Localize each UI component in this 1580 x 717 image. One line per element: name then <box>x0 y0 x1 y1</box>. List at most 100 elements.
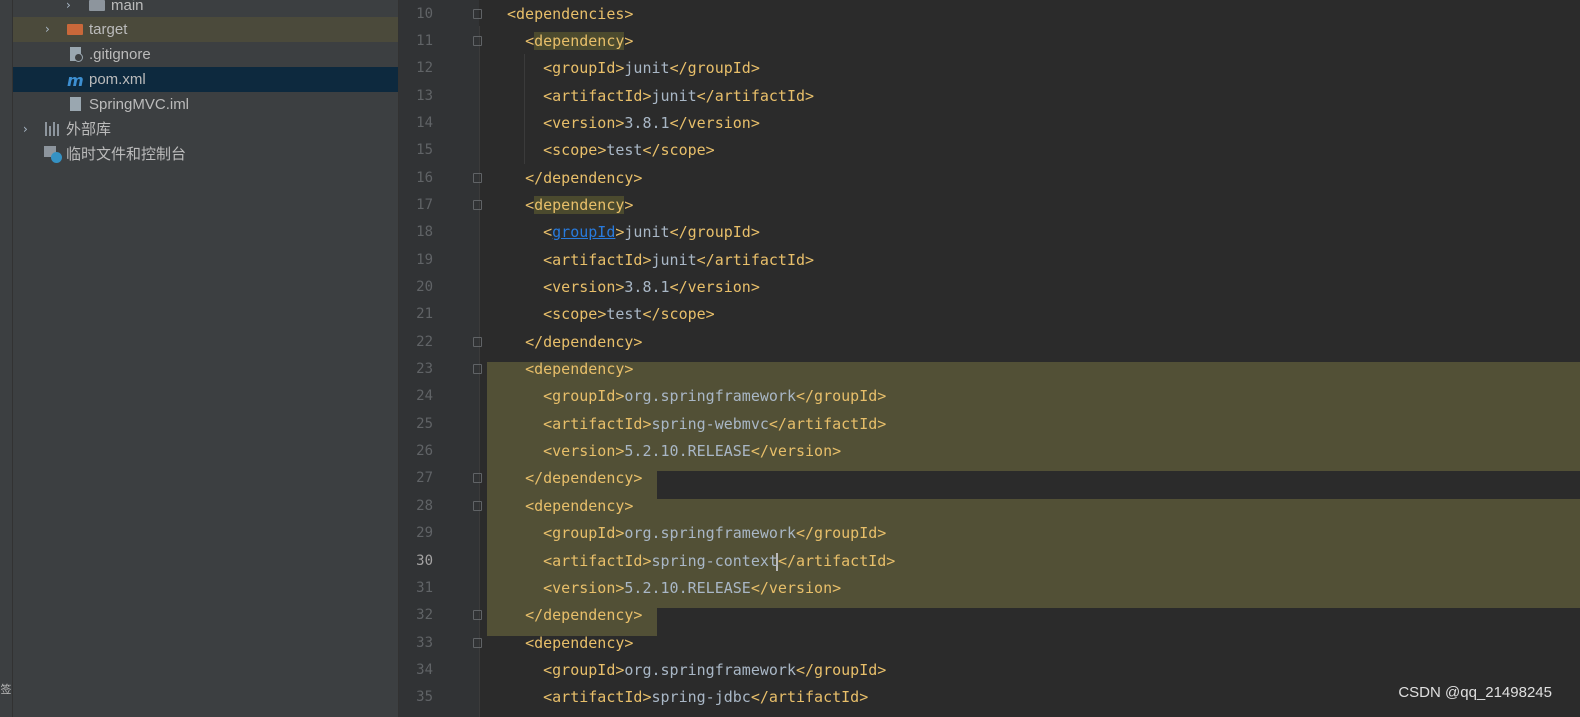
code-line[interactable]: 11 <dependency> <box>399 28 1580 55</box>
code-line[interactable]: 14 <version>3.8.1</version> <box>399 110 1580 137</box>
code-line[interactable]: 24 <groupId>org.springframework</groupId… <box>399 383 1580 410</box>
code-line[interactable]: 21 <scope>test</scope> <box>399 301 1580 328</box>
chevron-right-icon[interactable]: › <box>23 123 33 135</box>
tree-item-iml[interactable]: SpringMVC.iml <box>13 92 398 117</box>
code-line[interactable]: 34 <groupId>org.springframework</groupId… <box>399 657 1580 684</box>
tree-item-external-libraries[interactable]: › 外部库 <box>13 117 398 142</box>
code-text: <artifactId>junit</artifactId> <box>543 250 815 269</box>
tree-item-target[interactable]: › target <box>13 17 398 42</box>
line-number: 33 <box>416 634 433 651</box>
code-line[interactable]: 17 <dependency> <box>399 192 1580 219</box>
line-number: 29 <box>416 525 433 542</box>
code-text: <version>5.2.10.RELEASE</version> <box>543 442 842 461</box>
code-text: </dependency> <box>525 469 643 488</box>
watermark: CSDN @qq_21498245 <box>1398 684 1552 701</box>
line-number: 14 <box>416 114 433 131</box>
folder-icon <box>89 0 105 13</box>
code-line[interactable]: 30 <artifactId>spring-context</artifactI… <box>399 548 1580 575</box>
code-text: <dependencies> <box>507 4 634 23</box>
code-text: <scope>test</scope> <box>543 141 715 160</box>
code-text: <dependency> <box>525 195 634 214</box>
code-text: <groupId>org.springframework</groupId> <box>543 660 887 679</box>
line-number: 27 <box>416 470 433 487</box>
line-number: 24 <box>416 388 433 405</box>
line-number: 23 <box>416 361 433 378</box>
code-text: <artifactId>spring-context</artifactId> <box>543 551 896 570</box>
code-line[interactable]: 33 <dependency> <box>399 630 1580 657</box>
fold-open-icon[interactable] <box>473 199 482 210</box>
code-line[interactable]: 27 </dependency> <box>399 465 1580 492</box>
code-line[interactable]: 31 <version>5.2.10.RELEASE</version> <box>399 575 1580 602</box>
code-text: </dependency> <box>525 168 643 187</box>
stripe-label[interactable]: 签 <box>0 684 12 695</box>
file-icon <box>67 96 83 112</box>
fold-close-icon[interactable] <box>473 610 482 621</box>
code-line[interactable]: 32 </dependency> <box>399 602 1580 629</box>
code-text: <version>5.2.10.RELEASE</version> <box>543 578 842 597</box>
code-line[interactable]: 22 </dependency> <box>399 329 1580 356</box>
line-number: 10 <box>416 5 433 22</box>
code-line[interactable]: 12 <groupId>junit</groupId> <box>399 55 1580 82</box>
line-number: 32 <box>416 607 433 624</box>
fold-open-icon[interactable] <box>473 500 482 511</box>
line-number: 22 <box>416 333 433 350</box>
library-icon <box>45 121 61 137</box>
tree-item-main[interactable]: › main <box>13 0 398 18</box>
code-text: <artifactId>spring-jdbc</artifactId> <box>543 688 869 707</box>
code-editor[interactable]: 10 <dependencies> 11 <dependency> 12 <group… <box>399 0 1580 717</box>
code-line[interactable]: 28 <dependency> <box>399 493 1580 520</box>
code-line[interactable]: 18 <groupId>junit</groupId> <box>399 219 1580 246</box>
tree-item-label: 临时文件和控制台 <box>66 146 187 163</box>
fold-close-icon[interactable] <box>473 336 482 347</box>
project-tree: › main › target .gitignore m pom.xml Spr… <box>13 0 398 717</box>
indent-guide <box>524 54 525 164</box>
fold-open-icon[interactable] <box>473 8 482 19</box>
fold-open-icon[interactable] <box>473 364 482 375</box>
line-number: 28 <box>416 497 433 514</box>
line-number: 34 <box>416 661 433 678</box>
line-number: 11 <box>416 32 433 49</box>
code-text: <groupId>junit</groupId> <box>543 59 760 78</box>
code-line[interactable]: 29 <groupId>org.springframework</groupId… <box>399 520 1580 547</box>
line-number: 25 <box>416 415 433 432</box>
code-text: </dependency> <box>525 332 643 351</box>
line-number: 12 <box>416 60 433 77</box>
code-line[interactable]: 26 <version>5.2.10.RELEASE</version> <box>399 438 1580 465</box>
scratch-icon <box>44 146 62 163</box>
chevron-right-icon[interactable]: › <box>66 0 76 11</box>
line-number: 17 <box>416 196 433 213</box>
line-number: 18 <box>416 224 433 241</box>
code-line[interactable]: 10 <dependencies> <box>399 1 1580 28</box>
code-line[interactable]: 16 </dependency> <box>399 165 1580 192</box>
tree-item-label: pom.xml <box>89 71 146 88</box>
fold-close-icon[interactable] <box>473 473 482 484</box>
code-text: <groupId>org.springframework</groupId> <box>543 524 887 543</box>
line-number: 19 <box>416 251 433 268</box>
tree-item-label: target <box>89 21 128 38</box>
fold-open-icon[interactable] <box>473 35 482 46</box>
code-text: <dependency> <box>525 633 634 652</box>
code-text: <artifactId>spring-webmvc</artifactId> <box>543 414 887 433</box>
code-line[interactable]: 25 <artifactId>spring-webmvc</artifactId… <box>399 411 1580 438</box>
fold-open-icon[interactable] <box>473 637 482 648</box>
code-line[interactable]: 13 <artifactId>junit</artifactId> <box>399 83 1580 110</box>
tree-item-label: 外部库 <box>66 121 112 138</box>
line-number: 31 <box>416 579 433 596</box>
line-number: 13 <box>416 87 433 104</box>
line-number: 26 <box>416 443 433 460</box>
code-line[interactable]: 23 <dependency> <box>399 356 1580 383</box>
text-caret <box>776 552 778 571</box>
line-number: 35 <box>416 689 433 706</box>
tree-item-pom[interactable]: m pom.xml <box>13 67 398 92</box>
chevron-right-icon[interactable]: › <box>45 23 55 35</box>
tree-item-gitignore[interactable]: .gitignore <box>13 42 398 67</box>
code-line[interactable]: 15 <scope>test</scope> <box>399 137 1580 164</box>
code-line[interactable]: 19 <artifactId>junit</artifactId> <box>399 247 1580 274</box>
code-text: </dependency> <box>525 606 643 625</box>
tree-item-label: main <box>111 0 144 14</box>
line-number: 21 <box>416 306 433 323</box>
fold-close-icon[interactable] <box>473 172 482 183</box>
code-text: <version>3.8.1</version> <box>543 278 760 296</box>
tree-item-scratches[interactable]: 临时文件和控制台 <box>13 142 398 167</box>
code-line[interactable]: 20 <version>3.8.1</version> <box>399 274 1580 301</box>
